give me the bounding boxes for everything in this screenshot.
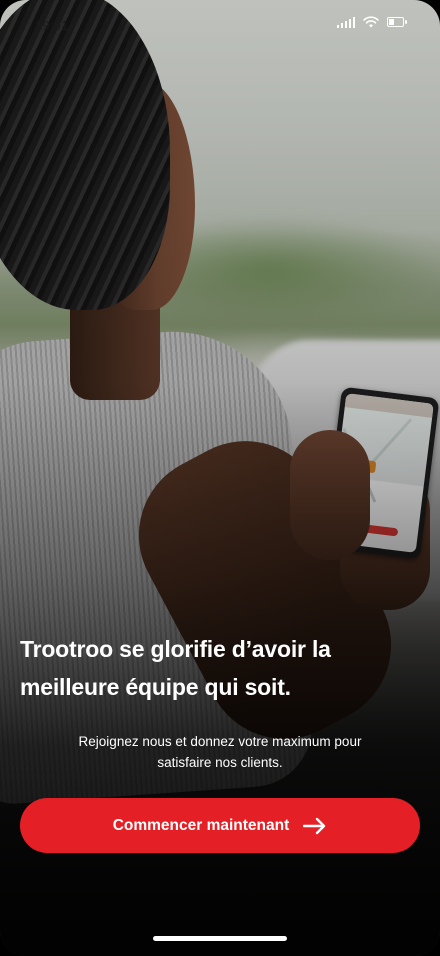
arrow-right-icon (303, 817, 326, 834)
signal-icon (337, 16, 355, 28)
start-now-button[interactable]: Commencer maintenant (20, 798, 420, 853)
home-indicator[interactable] (153, 936, 287, 941)
headline-line-2: meilleure équipe qui soit. (20, 674, 291, 700)
subtitle-line-1: Rejoignez nous et donnez votre maximum p… (78, 734, 362, 749)
battery-icon (387, 17, 407, 27)
headline: Trootroo se glorifie d’avoir la meilleur… (20, 630, 420, 706)
status-icons (337, 16, 407, 28)
headline-line-1: Trootroo se glorifie d’avoir la (20, 636, 331, 662)
start-now-label: Commencer maintenant (112, 816, 290, 834)
wifi-icon (363, 16, 379, 28)
onboarding-screen: 19:01 Trootroo se glorifie d’avoir la me… (0, 0, 440, 956)
subtitle-line-2: satisfaire nos clients. (157, 755, 283, 770)
subtitle: Rejoignez nous et donnez votre maximum p… (30, 731, 410, 773)
battery-level (389, 19, 394, 25)
status-bar: 19:01 (0, 0, 440, 50)
status-time: 19:01 (35, 18, 69, 33)
